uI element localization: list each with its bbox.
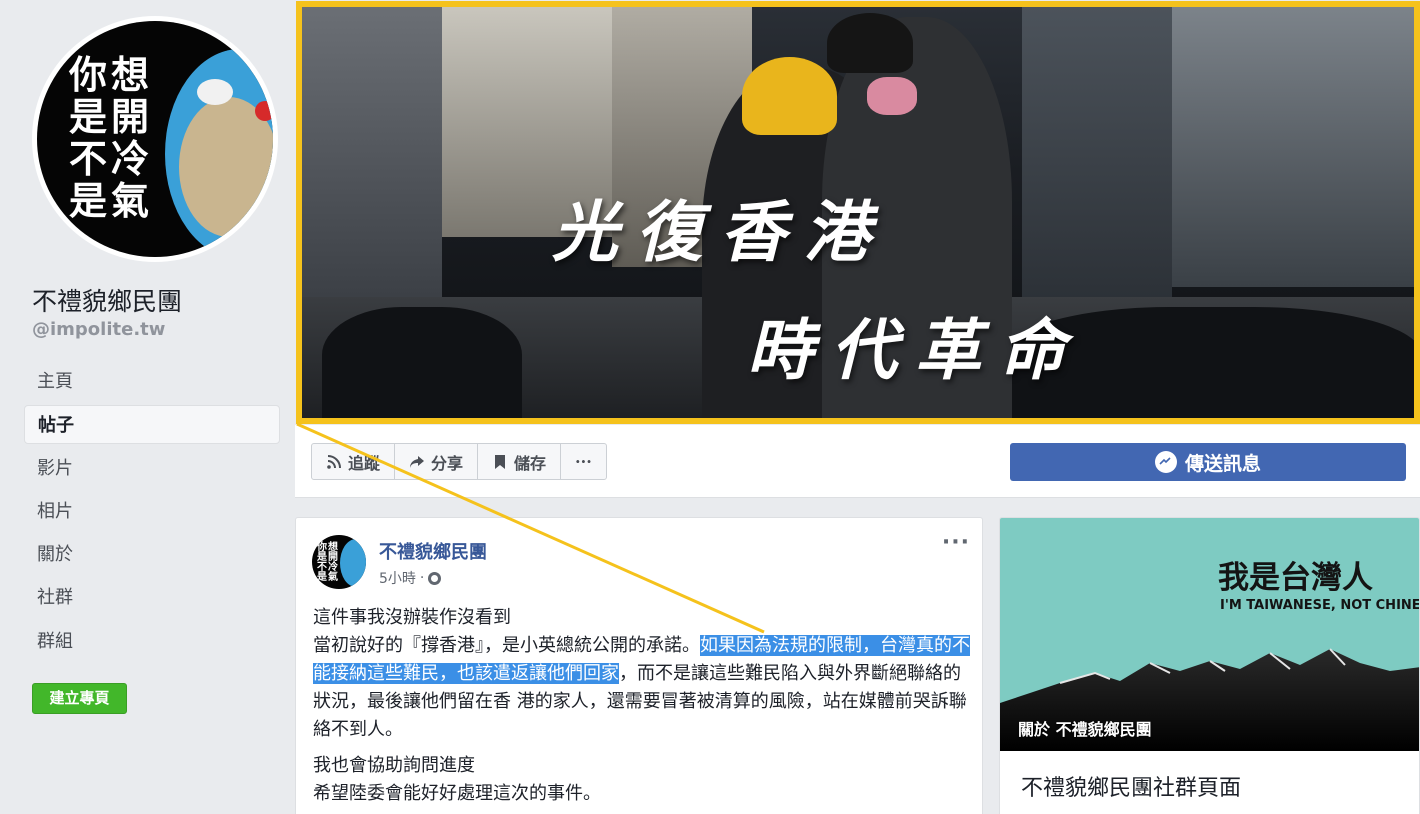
avatar-char: 是 <box>317 572 327 583</box>
nav-item-videos[interactable]: 影片 <box>24 449 280 488</box>
rss-icon <box>326 454 342 470</box>
page-action-buttons: 追蹤 分享 儲存 ··· <box>311 443 607 480</box>
banner-subtitle: I'M TAIWANESE, NOT CHINESE <box>1220 598 1420 613</box>
post-line: 希望陸委會能好好處理這次的事件。 <box>313 783 601 804</box>
post-time[interactable]: 5小時 <box>379 568 416 588</box>
avatar-char: 是 <box>69 95 108 139</box>
avatar-doraemon <box>340 539 366 587</box>
avatar-char: 氣 <box>111 179 150 223</box>
cover-slogan-line2: 時代革命 <box>747 311 1083 389</box>
post-paragraph: 我也會協助詢問進度 希望陸委會能好好處理這次的事件。 <box>313 752 973 808</box>
send-message-label: 傳送訊息 <box>1184 452 1261 475</box>
avatar-char: 冷 <box>111 137 150 181</box>
meta-separator: · <box>419 570 425 586</box>
nav-item-groups[interactable]: 群組 <box>24 622 280 661</box>
post-line: 這件事我沒辦裝作沒看到 <box>313 607 511 628</box>
share-label: 分享 <box>431 453 464 473</box>
post-meta: 5小時 · <box>379 568 442 588</box>
avatar-image: 你 想 是 開 不 冷 是 氣 <box>37 21 273 257</box>
black-helmet <box>827 13 913 73</box>
cover-crowd <box>322 307 522 418</box>
bookmark-icon <box>492 454 508 470</box>
save-button[interactable]: 儲存 <box>478 444 562 479</box>
post-text-plain: 當初說好的『撐香港』，是小英總統公開的承諾。 <box>313 635 700 656</box>
avatar-char: 想 <box>111 53 150 97</box>
about-banner-caption: 關於 不禮貌鄉民團 <box>1018 720 1152 739</box>
page-action-bar: 追蹤 分享 儲存 ··· 傳送訊息 <box>295 425 1420 498</box>
page-handle[interactable]: @impolite.tw <box>32 319 165 340</box>
gas-mask <box>867 77 917 115</box>
post-options-button[interactable]: ··· <box>942 530 970 555</box>
share-arrow-icon <box>409 454 425 470</box>
avatar-char: 是 <box>69 179 108 223</box>
send-message-button[interactable]: 傳送訊息 <box>1010 443 1406 481</box>
post-paragraph: 這件事我沒辦裝作沒看到 當初說好的『撐香港』，是小英總統公開的承諾。如果因為法規… <box>313 604 973 744</box>
page-avatar[interactable]: 你 想 是 開 不 冷 是 氣 <box>32 16 278 262</box>
cover-photo[interactable]: 光復香港 時代革命 <box>296 1 1420 424</box>
nav-item-posts[interactable]: 帖子 <box>24 405 280 445</box>
avatar-char: 開 <box>111 95 150 139</box>
banner-title: 我是台灣人 <box>1218 560 1373 596</box>
about-banner-image[interactable]: 我是台灣人 I'M TAIWANESE, NOT CHINESE 關於 不禮貌鄉… <box>1000 518 1420 751</box>
nav-item-community[interactable]: 社群 <box>24 578 280 617</box>
follow-label: 追蹤 <box>348 453 381 473</box>
page-nav: 主頁 帖子 影片 相片 關於 社群 群組 <box>24 362 280 665</box>
cover-building <box>302 7 442 297</box>
avatar-slogan: 你 想 是 開 不 冷 是 氣 <box>317 543 339 583</box>
create-page-button[interactable]: 建立專頁 <box>32 683 127 714</box>
avatar-slogan: 你 想 是 開 不 冷 是 氣 <box>69 55 153 221</box>
post-author-avatar[interactable]: 你 想 是 開 不 冷 是 氣 <box>312 535 366 589</box>
globe-icon[interactable] <box>428 571 442 585</box>
avatar-char: 不 <box>69 137 108 181</box>
avatar-char: 你 <box>69 53 108 97</box>
nav-item-about[interactable]: 關於 <box>24 535 280 574</box>
avatar-char: 氣 <box>328 572 338 583</box>
yellow-helmet <box>742 57 837 135</box>
nav-item-photos[interactable]: 相片 <box>24 492 280 531</box>
about-card: 我是台灣人 I'M TAIWANESE, NOT CHINESE 關於 不禮貌鄉… <box>999 517 1420 814</box>
messenger-icon <box>1154 451 1177 473</box>
page-name[interactable]: 不禮貌鄉民團 <box>32 282 182 318</box>
about-card-title[interactable]: 不禮貌鄉民團社群頁面 <box>1021 770 1241 802</box>
more-actions-button[interactable]: ··· <box>561 444 606 479</box>
post-author-name[interactable]: 不禮貌鄉民團 <box>379 538 487 564</box>
cover-building <box>1022 7 1172 307</box>
post-text: 這件事我沒辦裝作沒看到 當初說好的『撐香港』，是小英總統公開的承諾。如果因為法規… <box>313 604 973 814</box>
post-card: 你 想 是 開 不 冷 是 氣 不禮貌鄉民團 5小時 · ··· 這件事我沒辦裝… <box>295 517 983 814</box>
doraemon-eye <box>197 79 233 105</box>
save-label: 儲存 <box>514 453 547 473</box>
post-line: 我也會協助詢問進度 <box>313 755 475 776</box>
left-sidebar: 你 想 是 開 不 冷 是 氣 不禮貌鄉民團 @impolite.tw 主頁 帖… <box>0 0 292 814</box>
follow-button[interactable]: 追蹤 <box>312 444 396 479</box>
cover-building <box>1172 7 1414 287</box>
doraemon-nose <box>255 101 273 121</box>
nav-item-home[interactable]: 主頁 <box>24 362 280 401</box>
more-icon: ··· <box>575 452 592 471</box>
share-button[interactable]: 分享 <box>395 444 479 479</box>
cover-slogan-line1: 光復香港 <box>552 193 888 271</box>
